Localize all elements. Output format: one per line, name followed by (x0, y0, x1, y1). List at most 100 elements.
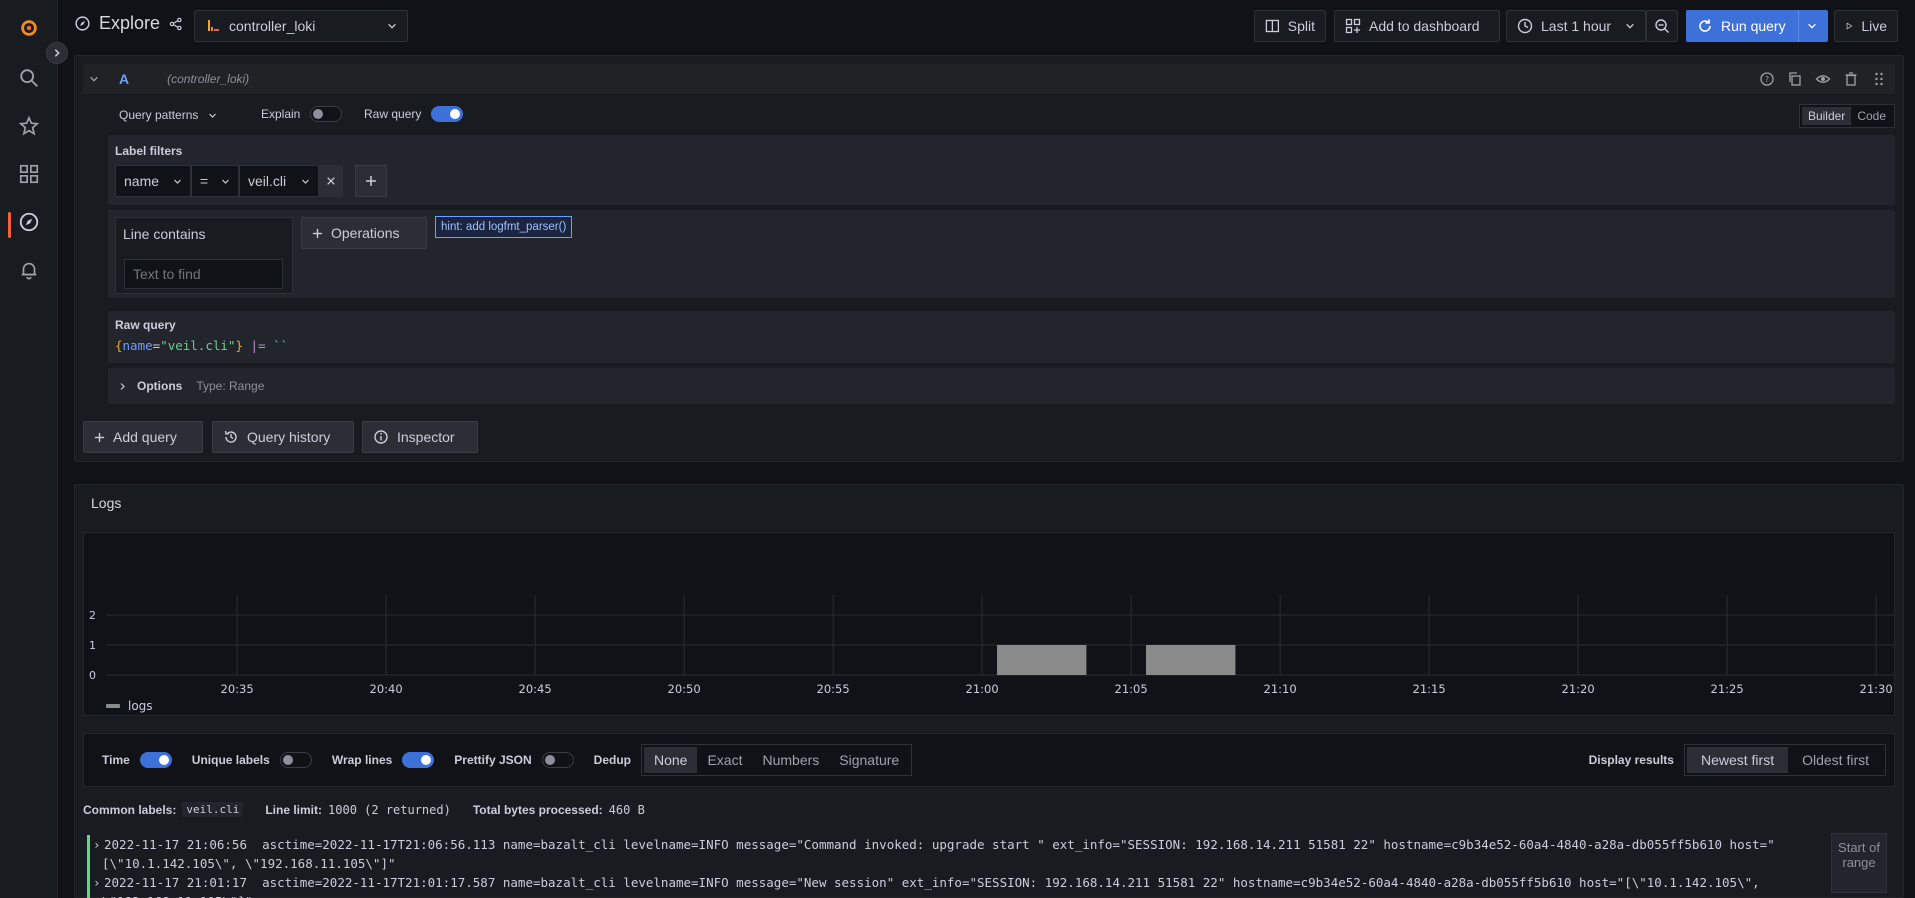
text-to-find-input[interactable] (124, 259, 283, 289)
common-labels-label: Common labels: (83, 802, 177, 817)
label-operator-select[interactable]: = (191, 165, 239, 197)
add-dashboard-label: Add to dashboard (1369, 18, 1480, 34)
chevron-down-icon (388, 23, 396, 29)
add-to-dashboard-button[interactable]: Add to dashboard (1334, 10, 1500, 42)
split-icon (1265, 19, 1280, 33)
y-tick-label: 0 (89, 669, 96, 682)
legend-label: logs (128, 699, 153, 713)
line-contains-title: Line contains (123, 226, 206, 242)
datasource-picker[interactable]: controller_loki (194, 10, 408, 42)
query-history-label: Query history (247, 429, 331, 445)
x-tick-label: 20:40 (370, 682, 403, 696)
unique-labels-toggle[interactable] (279, 752, 312, 768)
logs-volume-svg: 0 1 2 20:35 20:40 20:45 20:50 20:55 21:00 21:05 21… (89, 595, 1894, 713)
add-operation-button[interactable]: Operations (301, 217, 427, 249)
dedup-option-exact[interactable]: Exact (697, 747, 752, 773)
options-type: Type: Range (196, 379, 265, 393)
x-tick-label: 20:55 (817, 682, 850, 696)
time-range-picker[interactable]: Last 1 hour (1506, 10, 1646, 42)
inspector-button[interactable]: Inspector (362, 421, 478, 453)
run-query-dropdown[interactable] (1798, 10, 1817, 42)
dashboard-add-icon (1345, 18, 1361, 34)
dedup-option-none[interactable]: None (644, 747, 698, 773)
share-icon[interactable] (168, 16, 184, 32)
plus-icon (94, 432, 105, 442)
explore-compass-icon[interactable] (0, 202, 58, 242)
split-button[interactable]: Split (1254, 10, 1326, 42)
run-query-button[interactable]: Run query (1686, 10, 1828, 42)
copy-icon[interactable] (1787, 71, 1803, 87)
label-key-select[interactable]: name (115, 165, 191, 197)
prettify-json-label: Prettify JSON (454, 753, 532, 767)
help-icon[interactable]: ? (1759, 71, 1775, 87)
x-tick-label: 21:20 (1562, 682, 1595, 696)
remove-filter-button[interactable] (319, 165, 343, 197)
grafana-logo-icon[interactable] (0, 8, 58, 48)
code-mode-button[interactable]: Code (1851, 107, 1892, 125)
chevron-right-icon (54, 49, 60, 57)
query-row-header: A (controller_loki) ? (83, 64, 1895, 94)
x-tick-label: 21:30 (1860, 682, 1893, 696)
zoom-out-button[interactable] (1646, 10, 1678, 42)
start-of-range-button[interactable]: Start of range (1831, 833, 1887, 893)
legend-swatch (106, 704, 120, 708)
label-value-select[interactable]: veil.cli (239, 165, 319, 197)
query-ref-id[interactable]: A (119, 71, 129, 87)
search-icon[interactable] (0, 58, 58, 98)
raw-query-toggle[interactable] (431, 106, 464, 122)
hint-logfmt-button[interactable]: hint: add logfmt_parser() (435, 216, 573, 238)
topbar: Explore controller_loki Split Add to das… (58, 0, 1915, 50)
log-row[interactable]: › 2022-11-17 21:01:17 asctime=2022-11-17T… (87, 873, 1827, 898)
star-icon[interactable] (0, 106, 58, 146)
trash-icon[interactable] (1843, 71, 1859, 87)
query-datasource-hint: (controller_loki) (167, 72, 250, 86)
loki-logo-icon (208, 20, 219, 31)
add-query-button[interactable]: Add query (83, 421, 203, 453)
log-row-line: asctime=2022-11-17T21:01:17.587 name=baz… (102, 875, 1760, 898)
time-toggle[interactable] (139, 752, 172, 768)
close-icon (327, 177, 335, 185)
expand-row-chevron-icon[interactable]: › (93, 835, 101, 854)
log-row[interactable]: › 2022-11-17 21:06:56 asctime=2022-11-17T… (87, 835, 1827, 873)
query-patterns-dropdown[interactable]: Query patterns (119, 108, 217, 122)
svg-text:?: ? (1765, 75, 1769, 84)
raw-query-brace-open: { (115, 338, 123, 353)
query-history-button[interactable]: Query history (212, 421, 354, 453)
log-row-timestamp: 2022-11-17 21:01:17 (104, 875, 247, 890)
add-filter-button[interactable] (355, 165, 387, 197)
common-labels-value: veil.cli (182, 802, 244, 817)
datasource-name: controller_loki (229, 18, 316, 34)
x-tick-label: 20:50 (668, 682, 701, 696)
wrap-lines-toggle[interactable] (402, 752, 435, 768)
info-icon (374, 430, 388, 444)
dashboards-icon[interactable] (0, 154, 58, 194)
order-oldest-first[interactable]: Oldest first (1788, 747, 1883, 773)
bell-icon[interactable] (0, 250, 58, 290)
dedup-segmented-control: None Exact Numbers Signature (641, 744, 913, 776)
collapse-chevron-icon[interactable] (89, 74, 99, 84)
builder-mode-button[interactable]: Builder (1801, 107, 1852, 125)
options-row[interactable]: Options Type: Range (108, 368, 1895, 404)
explain-toggle[interactable] (310, 106, 343, 122)
live-button[interactable]: Live (1834, 10, 1898, 42)
sidebar-expand-button[interactable] (46, 42, 68, 64)
expand-row-chevron-icon[interactable]: › (93, 873, 101, 892)
explain-label: Explain (261, 107, 301, 121)
dedup-option-signature[interactable]: Signature (829, 747, 909, 773)
chevron-down-icon (1808, 23, 1816, 29)
total-bytes-value: 460 B (608, 802, 645, 817)
y-tick-label: 1 (89, 639, 96, 652)
x-tick-label: 21:10 (1264, 682, 1297, 696)
y-tick-label: 2 (89, 609, 96, 622)
order-newest-first[interactable]: Newest first (1686, 747, 1789, 773)
x-tick-label: 21:15 (1413, 682, 1446, 696)
raw-query-text: {name="veil.cli"} |= `` (115, 338, 288, 353)
chevron-down-icon (1626, 23, 1634, 29)
log-row-line: asctime=2022-11-17T21:06:56.113 name=baz… (102, 837, 1775, 871)
unique-labels-label: Unique labels (191, 753, 270, 767)
clock-icon (1517, 18, 1533, 34)
dedup-option-numbers[interactable]: Numbers (752, 747, 829, 773)
prettify-json-toggle[interactable] (541, 752, 574, 768)
eye-icon[interactable] (1815, 71, 1831, 87)
drag-handle-icon[interactable] (1871, 71, 1887, 87)
